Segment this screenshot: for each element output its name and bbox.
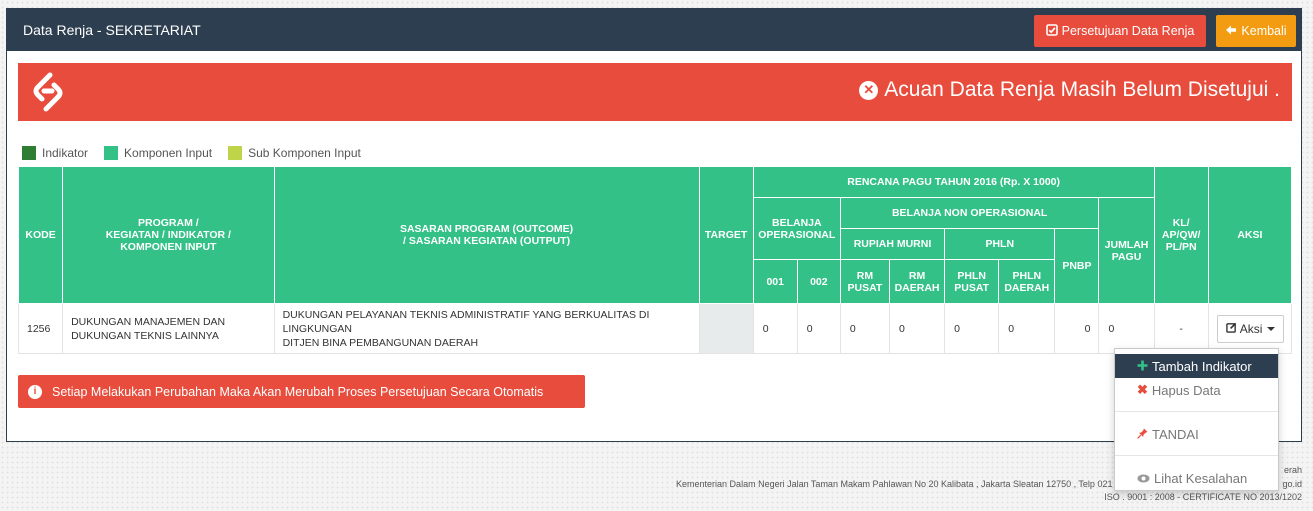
footer-iso: ISO . 9001 : 2008 - CERTIFICATE NO 2013/… bbox=[1104, 492, 1302, 502]
legend-swatch bbox=[228, 146, 243, 160]
menu-label: TANDAI bbox=[1152, 426, 1199, 442]
footer-address: Kementerian Dalam Negeri Jalan Taman Mak… bbox=[676, 479, 1113, 489]
close-circle-icon: ✕ bbox=[859, 80, 879, 100]
approval-alert: ✕ Acuan Data Renja Masih Belum Disetujui… bbox=[18, 63, 1292, 121]
col-header-sasaran: SASARAN PROGRAM (OUTCOME) / SASARAN KEGI… bbox=[273, 166, 700, 304]
arrow-left-icon bbox=[1225, 24, 1237, 39]
col-header-belanja-non-operasional: BELANJA NON OPERASIONAL bbox=[839, 197, 1100, 229]
col-header-kode: KODE bbox=[17, 166, 64, 304]
info-icon: i bbox=[28, 384, 42, 399]
back-label: Kembali bbox=[1241, 24, 1287, 38]
cell-rm-pusat: 0 bbox=[839, 303, 890, 354]
edit-icon bbox=[1225, 322, 1237, 336]
renja-table: KODE PROGRAM / KEGIATAN / INDIKATOR / KO… bbox=[17, 166, 1293, 354]
col-header-002: 002 bbox=[796, 259, 841, 304]
footer-domain: go.id bbox=[1282, 479, 1302, 489]
warning-text: Setiap Melakukan Perubahan Maka Akan Mer… bbox=[52, 384, 544, 399]
menu-label: Lihat Kesalahan bbox=[1154, 470, 1248, 486]
renja-panel: Data Renja - SEKRETARIAT Persetujuan Dat… bbox=[6, 8, 1302, 442]
back-button[interactable]: Kembali bbox=[1216, 15, 1296, 47]
cell-aksi: Aksi bbox=[1207, 303, 1293, 354]
legend: Indikator Komponen Input Sub Komponen In… bbox=[22, 146, 361, 160]
footer-partial: erah bbox=[1283, 465, 1302, 475]
col-header-phln-daerah: PHLN DAERAH bbox=[998, 259, 1056, 304]
eye-icon bbox=[1137, 471, 1150, 486]
col-header-phln-pusat: PHLN PUSAT bbox=[944, 259, 1000, 304]
cell-target bbox=[698, 303, 754, 354]
menu-divider bbox=[1115, 455, 1278, 456]
legend-item-komponen: Komponen Input bbox=[104, 146, 212, 160]
cell-002: 0 bbox=[796, 303, 841, 354]
legend-label: Komponen Input bbox=[124, 146, 213, 160]
menu-item-lihat-kesalahan[interactable]: Lihat Kesalahan bbox=[1115, 466, 1278, 490]
logo-icon bbox=[33, 72, 63, 112]
aksi-dropdown-button[interactable]: Aksi bbox=[1216, 314, 1285, 343]
col-header-rm-pusat: RM PUSAT bbox=[839, 259, 890, 304]
menu-item-hapus-data[interactable]: ✖ Hapus Data bbox=[1115, 378, 1278, 402]
approve-renja-label: Persetujuan Data Renja bbox=[1061, 24, 1195, 38]
approve-renja-button[interactable]: Persetujuan Data Renja bbox=[1034, 15, 1206, 47]
cell-kl: - bbox=[1153, 303, 1209, 354]
col-header-001: 001 bbox=[752, 259, 798, 304]
col-header-program: PROGRAM / KEGIATAN / INDIKATOR / KOMPONE… bbox=[62, 166, 275, 304]
col-header-rupiah-murni: RUPIAH MURNI bbox=[839, 228, 946, 260]
cell-phln-daerah: 0 bbox=[998, 303, 1056, 354]
cell-sasaran: DUKUNGAN PELAYANAN TEKNIS ADMINISTRATIF … bbox=[273, 303, 700, 354]
legend-swatch bbox=[104, 146, 119, 160]
menu-item-tambah-indikator[interactable]: Tambah Indikator bbox=[1115, 354, 1278, 378]
col-header-belanja-operasional: BELANJA OPERASIONAL bbox=[752, 197, 841, 260]
times-icon: ✖ bbox=[1137, 382, 1148, 397]
alert-message: Acuan Data Renja Masih Belum Disetujui . bbox=[884, 78, 1280, 101]
table-row: 1256 DUKUNGAN MANAJEMEN DAN DUKUNGAN TEK… bbox=[17, 303, 1293, 354]
page-title: Data Renja - SEKRETARIAT bbox=[23, 22, 201, 38]
cell-phln-pusat: 0 bbox=[944, 303, 1000, 354]
menu-divider bbox=[1115, 411, 1278, 412]
col-header-rm-daerah: RM DAERAH bbox=[888, 259, 946, 304]
plus-icon bbox=[1137, 359, 1148, 374]
panel-header: Data Renja - SEKRETARIAT Persetujuan Dat… bbox=[7, 9, 1301, 51]
cell-jumlah: 0 bbox=[1098, 303, 1155, 354]
cell-program: DUKUNGAN MANAJEMEN DAN DUKUNGAN TEKNIS L… bbox=[62, 303, 275, 354]
col-header-jumlah-pagu: JUMLAH PAGU bbox=[1098, 197, 1155, 304]
aksi-label: Aksi bbox=[1239, 321, 1263, 336]
menu-item-tandai[interactable]: TANDAI bbox=[1115, 422, 1278, 446]
pin-icon bbox=[1137, 427, 1148, 442]
cell-001: 0 bbox=[752, 303, 798, 354]
col-header-rencana: RENCANA PAGU TAHUN 2016 (Rp. X 1000) bbox=[752, 166, 1155, 198]
legend-item-indikator: Indikator bbox=[22, 146, 88, 160]
col-header-aksi: AKSI bbox=[1207, 166, 1293, 304]
warning-banner: i Setiap Melakukan Perubahan Maka Akan M… bbox=[18, 375, 585, 408]
col-header-kl: KL/ AP/QW/ PL/PN bbox=[1153, 166, 1209, 304]
col-header-phln: PHLN bbox=[944, 228, 1056, 260]
legend-label: Sub Komponen Input bbox=[248, 146, 361, 160]
menu-label: Hapus Data bbox=[1151, 382, 1221, 398]
caret-down-icon bbox=[1267, 326, 1276, 331]
cell-kode: 1256 bbox=[17, 303, 64, 354]
cell-pnbp: 0 bbox=[1054, 303, 1100, 354]
menu-label: Tambah Indikator bbox=[1152, 358, 1252, 374]
legend-swatch bbox=[22, 146, 36, 160]
cell-rm-daerah: 0 bbox=[888, 303, 946, 354]
legend-item-sub-komponen: Sub Komponen Input bbox=[228, 146, 361, 160]
check-square-icon bbox=[1045, 23, 1058, 39]
col-header-pnbp: PNBP bbox=[1054, 228, 1100, 304]
legend-label: Indikator bbox=[42, 146, 89, 160]
col-header-target: TARGET bbox=[698, 166, 754, 304]
aksi-dropdown-menu: Tambah Indikator ✖ Hapus Data TANDAI Lih… bbox=[1114, 348, 1279, 491]
